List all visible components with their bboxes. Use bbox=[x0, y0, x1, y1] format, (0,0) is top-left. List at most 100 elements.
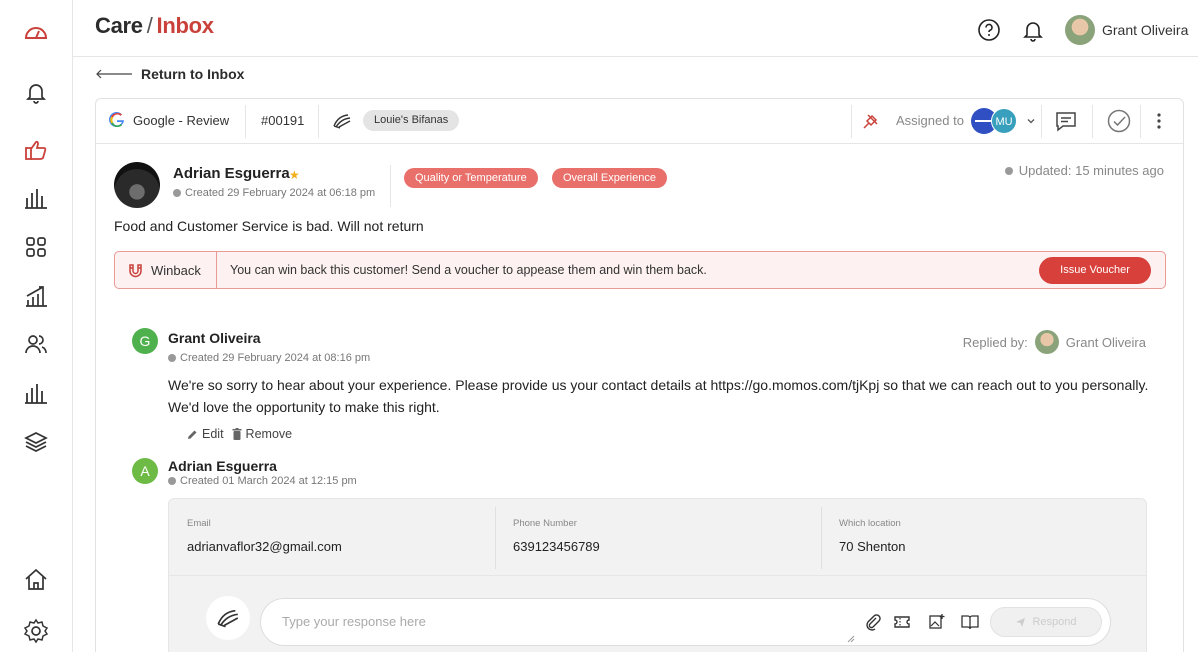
divider bbox=[390, 165, 391, 207]
remove-button[interactable]: Remove bbox=[232, 427, 293, 441]
growth-chart-icon[interactable] bbox=[22, 282, 50, 310]
location-chip[interactable]: Louie's Bifanas bbox=[363, 110, 460, 131]
updated-status: Updated: 15 minutes ago bbox=[1004, 163, 1164, 178]
location-value: 70 Shenton bbox=[839, 539, 906, 554]
ticket-id: #00191 bbox=[261, 113, 305, 128]
winback-label: Winback bbox=[151, 263, 201, 278]
layers-icon[interactable] bbox=[22, 428, 50, 456]
review-text: Food and Customer Service is bad. Will n… bbox=[114, 218, 424, 234]
tag-quality-temperature[interactable]: Quality or Temperature bbox=[404, 168, 538, 188]
templates-book-icon[interactable] bbox=[961, 613, 979, 631]
replied-by: Replied by: Grant Oliveira bbox=[963, 330, 1146, 354]
reply-text: We're so sorry to hear about your experi… bbox=[168, 377, 1149, 415]
attachment-icon[interactable] bbox=[864, 613, 882, 631]
add-image-icon[interactable] bbox=[928, 613, 946, 631]
pencil-icon bbox=[188, 430, 197, 439]
composer-brand-avatar bbox=[206, 596, 250, 640]
bell-icon[interactable] bbox=[22, 78, 50, 106]
notification-bell-icon[interactable] bbox=[1021, 18, 1045, 42]
star-icon: ★ bbox=[289, 168, 300, 182]
magnet-icon bbox=[129, 264, 142, 278]
reply-created-text: Created 29 February 2024 at 08:16 pm bbox=[180, 352, 371, 364]
customer-reply-avatar: A bbox=[132, 458, 158, 484]
return-to-inbox-label: Return to Inbox bbox=[141, 66, 245, 82]
brand-logo-icon bbox=[333, 114, 351, 129]
response-placeholder: Type your response here bbox=[282, 614, 426, 629]
ticket-card: Google - Review #00191 Louie's Bifanas A… bbox=[95, 98, 1184, 652]
reply-author-name: Grant Oliveira bbox=[168, 330, 261, 346]
edit-button[interactable]: Edit bbox=[187, 427, 224, 441]
arrow-left-icon bbox=[96, 69, 132, 79]
response-input[interactable]: Type your response here Respond bbox=[260, 598, 1111, 646]
phone-value: 639123456789 bbox=[513, 539, 600, 554]
review-created-text: Created 29 February 2024 at 06:18 pm bbox=[185, 187, 376, 199]
winback-banner: Winback You can win back this customer! … bbox=[114, 251, 1166, 289]
phone-field: Phone Number 639123456789 bbox=[495, 499, 821, 577]
return-to-inbox-link[interactable]: Return to Inbox bbox=[95, 66, 244, 82]
phone-label: Phone Number bbox=[513, 518, 577, 529]
users-icon[interactable] bbox=[22, 330, 50, 358]
winback-message: You can win back this customer! Send a v… bbox=[230, 263, 707, 277]
divider bbox=[1140, 105, 1141, 138]
customer-reply-created-text: Created 01 March 2024 at 12:15 pm bbox=[180, 475, 357, 487]
voucher-ticket-icon[interactable] bbox=[893, 613, 911, 631]
replied-by-name: Grant Oliveira bbox=[1065, 334, 1146, 350]
breadcrumb: Care / Inbox bbox=[95, 13, 214, 39]
breadcrumb-current: Inbox bbox=[156, 13, 214, 38]
tag-overall-experience[interactable]: Overall Experience bbox=[552, 168, 667, 188]
resolve-check-icon[interactable] bbox=[1106, 108, 1132, 134]
reply-created: Created 29 February 2024 at 08:16 pm bbox=[168, 352, 370, 364]
replied-by-avatar bbox=[1034, 330, 1059, 354]
home-icon[interactable] bbox=[22, 566, 50, 594]
analytics-icon[interactable] bbox=[22, 379, 50, 407]
clock-icon bbox=[173, 189, 181, 197]
reply-actions: Edit Remove bbox=[187, 427, 292, 441]
trash-icon bbox=[232, 428, 242, 440]
reply-author-avatar: G bbox=[132, 328, 158, 354]
brand-logo-icon bbox=[217, 609, 239, 628]
divider bbox=[216, 252, 217, 288]
chevron-down-icon[interactable] bbox=[1026, 116, 1036, 126]
review-created: Created 29 February 2024 at 06:18 pm bbox=[173, 187, 375, 199]
more-vertical-icon[interactable] bbox=[1153, 111, 1165, 131]
apps-grid-icon[interactable] bbox=[22, 233, 50, 261]
edit-label: Edit bbox=[202, 427, 224, 441]
top-header: Care / Inbox Grant Oliveira bbox=[73, 0, 1198, 57]
breadcrumb-parent[interactable]: Care bbox=[95, 13, 143, 38]
replied-by-label: Replied by: bbox=[962, 334, 1028, 350]
remove-label: Remove bbox=[245, 427, 293, 441]
location-field: Which location 70 Shenton bbox=[821, 499, 1147, 577]
settings-gear-icon[interactable] bbox=[22, 617, 50, 645]
email-field: Email adrianvaflor32@gmail.com bbox=[169, 499, 495, 577]
customer-reply-author: Adrian Esguerra bbox=[168, 458, 277, 474]
customer-reply-created: Created 01 March 2024 at 12:15 pm bbox=[168, 475, 357, 487]
assignee-avatar-initials[interactable]: MU bbox=[991, 108, 1017, 134]
user-name[interactable]: Grant Oliveira bbox=[1102, 22, 1188, 38]
help-icon[interactable] bbox=[977, 18, 1001, 42]
divider bbox=[851, 105, 852, 138]
logo-icon[interactable] bbox=[22, 19, 50, 47]
message-icon[interactable] bbox=[1054, 109, 1078, 133]
bar-chart-icon[interactable] bbox=[22, 184, 50, 212]
review-source: Google - Review bbox=[133, 113, 230, 128]
pin-icon[interactable] bbox=[862, 112, 880, 130]
sidebar bbox=[0, 0, 73, 652]
user-avatar[interactable] bbox=[1065, 15, 1095, 45]
send-icon bbox=[1016, 617, 1026, 627]
customer-details-panel: Email adrianvaflor32@gmail.com Phone Num… bbox=[168, 498, 1147, 576]
assigned-to-label: Assigned to bbox=[896, 113, 964, 128]
respond-label: Respond bbox=[1032, 616, 1077, 628]
email-value: adrianvaflor32@gmail.com bbox=[187, 539, 342, 554]
resize-handle-icon[interactable] bbox=[847, 635, 855, 643]
issue-voucher-button[interactable]: Issue Voucher bbox=[1039, 257, 1151, 284]
breadcrumb-separator: / bbox=[146, 13, 153, 38]
clock-icon bbox=[1004, 166, 1013, 175]
google-icon bbox=[109, 112, 124, 128]
response-composer: Type your response here Respond bbox=[168, 576, 1147, 652]
divider bbox=[1092, 105, 1093, 138]
respond-button[interactable]: Respond bbox=[990, 607, 1102, 637]
divider bbox=[1041, 105, 1042, 138]
clock-icon bbox=[168, 354, 176, 362]
care-thumbs-icon[interactable] bbox=[22, 136, 50, 164]
ticket-toolbar: Google - Review #00191 Louie's Bifanas A… bbox=[96, 99, 1183, 144]
